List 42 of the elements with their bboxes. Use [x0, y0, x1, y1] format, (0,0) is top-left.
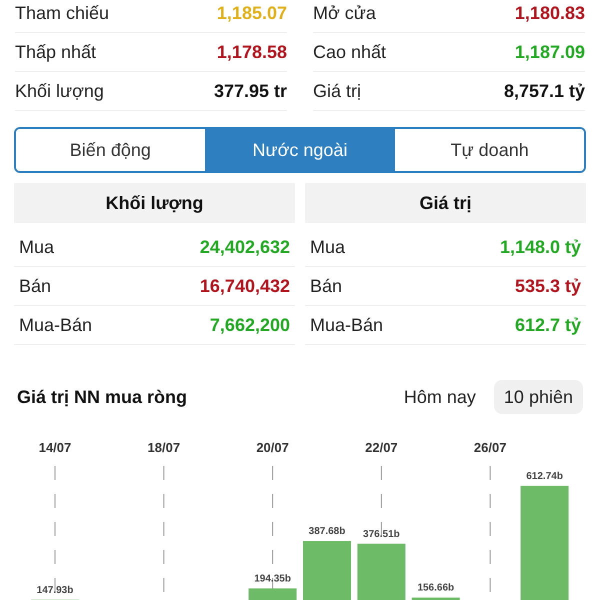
row-value: 16,740,432 — [200, 274, 290, 298]
row-value: 7,662,200 — [210, 314, 290, 336]
tab[interactable]: Tự doanh — [394, 129, 584, 171]
row-label: Bán — [19, 274, 52, 298]
period-toggle[interactable]: 10 phiên — [494, 380, 583, 414]
stat-value: 377.95 tr — [214, 80, 287, 102]
row-label: Bán — [310, 274, 342, 298]
row-label: Mua — [19, 236, 54, 258]
bar-value-label: 612.74b — [526, 470, 563, 482]
chart-title: Giá trị NN mua ròng — [17, 386, 188, 409]
stat-value: 8,757.1 tỷ — [504, 80, 585, 103]
stat-value: 1,180.83 — [514, 2, 585, 24]
row-label: Mua-Bán — [310, 314, 384, 336]
bar-value-label: 156.66b — [417, 582, 454, 594]
stat-label: Mở cửa — [313, 2, 376, 24]
stat-label: Tham chiếu — [15, 2, 110, 24]
stat-value: 1,185.07 — [216, 2, 287, 24]
row-value: 1,148.0 tỷ — [500, 236, 581, 259]
stat-label: Khối lượng — [15, 80, 104, 103]
axis-date-label: 26/07 — [474, 440, 506, 455]
stat-value: 1,187.09 — [514, 40, 585, 64]
row-value: 612.7 tỷ — [514, 314, 581, 337]
bar-value-label: 194.35b — [254, 573, 291, 584]
stat-label: Thấp nhất — [15, 40, 96, 64]
row-label: Mua — [310, 236, 346, 258]
bar-value-label: 376.51b — [363, 528, 400, 540]
row-label: Mua-Bán — [19, 314, 92, 336]
row-value: 535.3 tỷ — [514, 274, 581, 298]
stat-value: 1,178.58 — [216, 40, 287, 64]
axis-date-label: 14/07 — [38, 440, 72, 455]
axis-date-label: 22/07 — [365, 440, 398, 455]
table-header: Giá trị — [305, 183, 586, 223]
period-toggle[interactable]: Hôm nay — [394, 380, 486, 414]
stat-label: Giá trị — [313, 80, 362, 102]
table-header: Khối lượng — [14, 183, 295, 223]
bar-value-label: 147.93b — [36, 584, 74, 596]
axis-date-label: 18/07 — [148, 440, 180, 455]
bar-value-label: 387.68b — [308, 526, 346, 538]
tab[interactable]: Nước ngoài — [204, 129, 394, 171]
axis-date-label: 20/07 — [256, 440, 289, 455]
stat-label: Cao nhất — [313, 40, 386, 64]
row-value: 24,402,632 — [200, 236, 290, 258]
